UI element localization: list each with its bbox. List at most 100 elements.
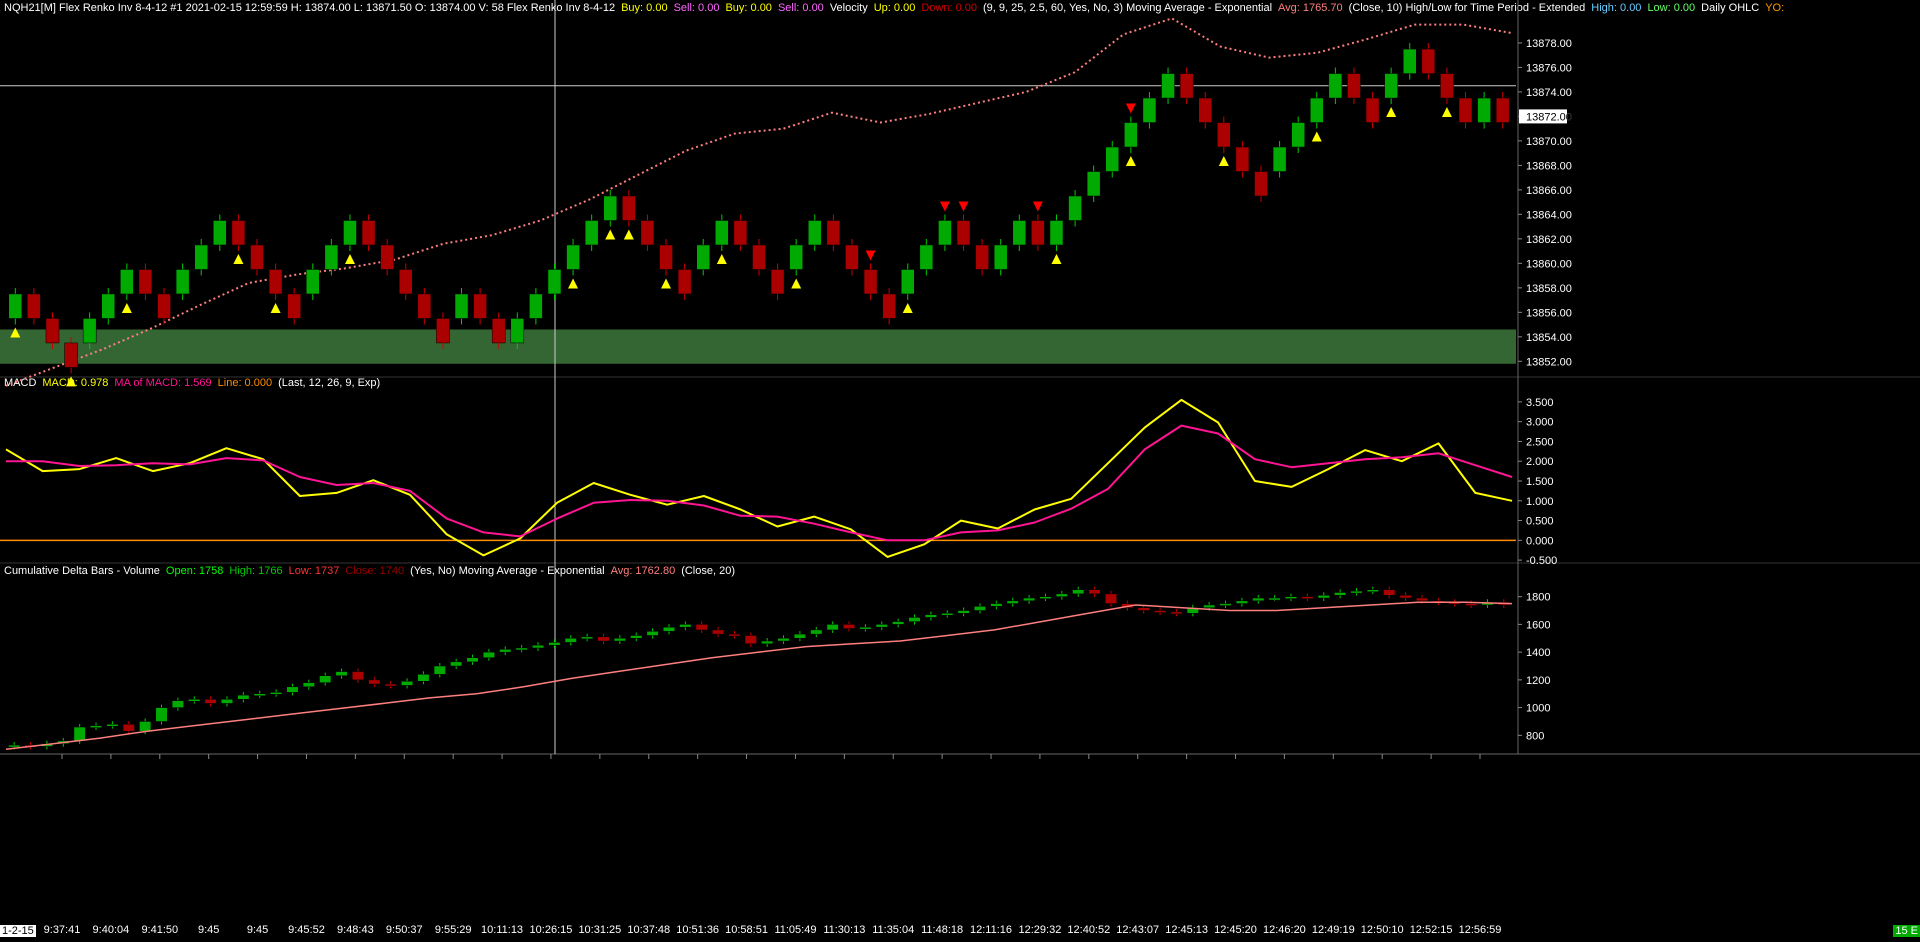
buy-signal-triangle [270, 302, 281, 313]
delta-avg-line [5, 601, 1513, 750]
delta-bar-up [515, 647, 528, 651]
renko-brick-down [622, 195, 636, 221]
support-zone [0, 329, 1516, 364]
delta-bar-up [777, 638, 790, 642]
time-tick-label: 10:37:48 [627, 924, 670, 936]
buy-signal-triangle [623, 229, 634, 240]
delta-bar-down [1104, 593, 1117, 604]
delta-bar-up [924, 614, 937, 618]
time-tick-label: 12:56:59 [1459, 924, 1502, 936]
renko-brick-up [510, 318, 525, 344]
delta-bar-up [564, 638, 577, 643]
renko-brick-up [696, 244, 710, 270]
renko-brick-down [138, 269, 153, 295]
delta-bar-up [1023, 597, 1036, 602]
renko-brick-up [566, 244, 580, 270]
renko-brick-up [324, 244, 339, 270]
price-tick-label: 13870.00 [1526, 136, 1572, 148]
price-tick-label: 13858.00 [1526, 283, 1572, 295]
delta-bar-up [974, 606, 986, 611]
renko-brick-down [27, 293, 41, 319]
buy-signal-triangle [1441, 107, 1452, 118]
renko-brick-up [584, 220, 599, 246]
delta-bar-down [1399, 595, 1412, 599]
renko-brick-down [1440, 73, 1454, 99]
buy-signal-triangle [716, 253, 727, 264]
renko-brick-down [268, 269, 283, 295]
delta-bar-up [1366, 589, 1379, 592]
delta-bar-up [221, 699, 233, 704]
sell-signal-triangle [958, 201, 969, 212]
delta-bar-up [90, 725, 103, 728]
renko-brick-down [1217, 122, 1231, 148]
price-tick-label: 13856.00 [1526, 307, 1572, 319]
renko-brick-down [1421, 48, 1436, 74]
renko-brick-up [919, 244, 934, 270]
delta-tick-label: 1000 [1526, 703, 1550, 715]
renko-brick-up [1272, 146, 1287, 172]
renko-brick-down [157, 293, 171, 319]
delta-bar-up [646, 631, 659, 636]
delta-bar-up [630, 635, 643, 639]
delta-bar-up [1350, 590, 1363, 594]
delta-bar-up [826, 624, 839, 631]
renko-brick-down [640, 220, 655, 246]
price-tick-label: 13876.00 [1526, 62, 1572, 74]
buy-signal-triangle [902, 302, 913, 313]
renko-brick-up [101, 293, 116, 319]
delta-bar-up [859, 626, 872, 630]
renko-brick-up [82, 318, 97, 344]
delta-bar-up [957, 610, 970, 614]
time-tick-label: 9:45 [247, 924, 268, 936]
price-tick-label: 13868.00 [1526, 160, 1572, 172]
renko-brick-up [1142, 97, 1157, 123]
time-tick-label: 9:55:29 [435, 924, 472, 936]
time-tick-label: 9:48:43 [337, 924, 374, 936]
renko-brick-down [436, 318, 450, 344]
delta-bar-up [908, 617, 921, 622]
renko-brick-up [547, 269, 562, 295]
delta-bar-up [106, 724, 119, 727]
delta-bar-up [1055, 593, 1068, 597]
delta-bar-up [73, 726, 86, 742]
time-tick-label: 11:30:13 [823, 924, 865, 936]
sell-signal-triangle [939, 201, 950, 212]
buy-signal-triangle [661, 278, 672, 289]
delta-bar-up [793, 633, 806, 639]
delta-bar-up [8, 744, 21, 748]
macd-tick-label: 2.000 [1526, 456, 1554, 468]
renko-brick-down [1365, 97, 1380, 123]
chart-canvas[interactable]: 13878.00 13876.00 13874.00 13872.00 13870.00… [0, 0, 1920, 942]
buy-signal-triangle [1125, 156, 1136, 167]
delta-bar-up [662, 626, 675, 632]
delta-bar-down [351, 671, 364, 681]
time-tick-label: 10:51:36 [676, 924, 719, 936]
time-tick-label: 10:31:25 [578, 924, 621, 936]
delta-tick-label: 1200 [1526, 675, 1550, 687]
renko-brick-up [1161, 73, 1175, 99]
delta-bar-up [548, 642, 561, 646]
renko-brick-down [473, 293, 487, 319]
delta-bar-up [761, 640, 774, 645]
renko-brick-up [1068, 195, 1082, 221]
delta-tick-label: 1800 [1526, 592, 1550, 604]
delta-bar-down [1154, 610, 1167, 613]
renko-brick-down [1031, 220, 1045, 246]
macd-tick-label: 0.000 [1526, 535, 1554, 547]
macd-tick-label: 3.500 [1526, 397, 1554, 409]
delta-tick-label: 1400 [1526, 647, 1550, 659]
delta-bar-up [1006, 600, 1019, 604]
buy-signal-triangle [1051, 253, 1062, 264]
price-tick-label: 13860.00 [1526, 258, 1572, 270]
renko-brick-down [380, 244, 394, 270]
renko-brick-down [752, 244, 766, 270]
renko-brick-up [1477, 97, 1491, 123]
time-tick-label: 12:29:32 [1019, 924, 1062, 936]
delta-bar-down [1301, 596, 1314, 599]
current-price-label: 13872.00 [1526, 111, 1572, 123]
delta-bar-up [532, 644, 544, 649]
renko-brick-up [993, 244, 1008, 270]
buy-signal-triangle [1218, 156, 1229, 167]
delta-bar-up [941, 613, 954, 616]
renko-brick-down [733, 220, 748, 246]
